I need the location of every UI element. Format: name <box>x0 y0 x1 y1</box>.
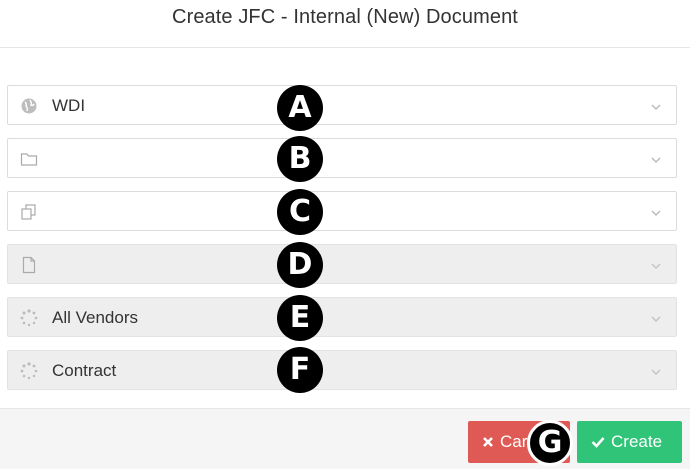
dialog-title: Create JFC - Internal (New) Document <box>172 6 518 28</box>
chevron-down-icon[interactable] <box>650 259 662 271</box>
marker-d: D <box>277 242 323 288</box>
create-button-label: Create <box>611 432 663 451</box>
check-icon <box>591 436 605 448</box>
chevron-down-icon[interactable] <box>650 153 662 165</box>
close-icon <box>482 436 494 448</box>
select-value: Contract <box>52 361 117 380</box>
marker-f: F <box>277 347 323 393</box>
marker-a: A <box>277 85 323 131</box>
marker-c: C <box>277 189 323 235</box>
chevron-down-icon[interactable] <box>650 365 662 377</box>
select-field-b[interactable] <box>7 138 677 178</box>
dialog-header: Create JFC - Internal (New) Document <box>0 0 690 48</box>
select-field-d[interactable] <box>7 244 677 284</box>
select-value: WDI <box>52 96 86 115</box>
spinner-icon <box>20 309 38 327</box>
dialog-footer: Car Create <box>0 408 690 469</box>
chevron-down-icon[interactable] <box>650 206 662 218</box>
select-field-a[interactable]: WDI <box>7 85 677 125</box>
copy-icon <box>20 203 38 221</box>
marker-e: E <box>277 295 323 341</box>
spinner-icon <box>20 362 38 380</box>
folder-icon <box>20 150 38 168</box>
select-field-f[interactable]: Contract <box>7 350 677 390</box>
cancel-button-label: Car <box>500 432 528 451</box>
file-icon <box>20 256 38 274</box>
marker-g: G <box>527 420 573 466</box>
select-value: All Vendors <box>52 308 138 327</box>
create-button[interactable]: Create <box>577 421 682 463</box>
chevron-down-icon[interactable] <box>650 100 662 112</box>
select-field-c[interactable] <box>7 191 677 231</box>
select-field-e[interactable]: All Vendors <box>7 297 677 337</box>
marker-b: B <box>277 136 323 182</box>
globe-icon <box>20 97 38 115</box>
chevron-down-icon[interactable] <box>650 312 662 324</box>
